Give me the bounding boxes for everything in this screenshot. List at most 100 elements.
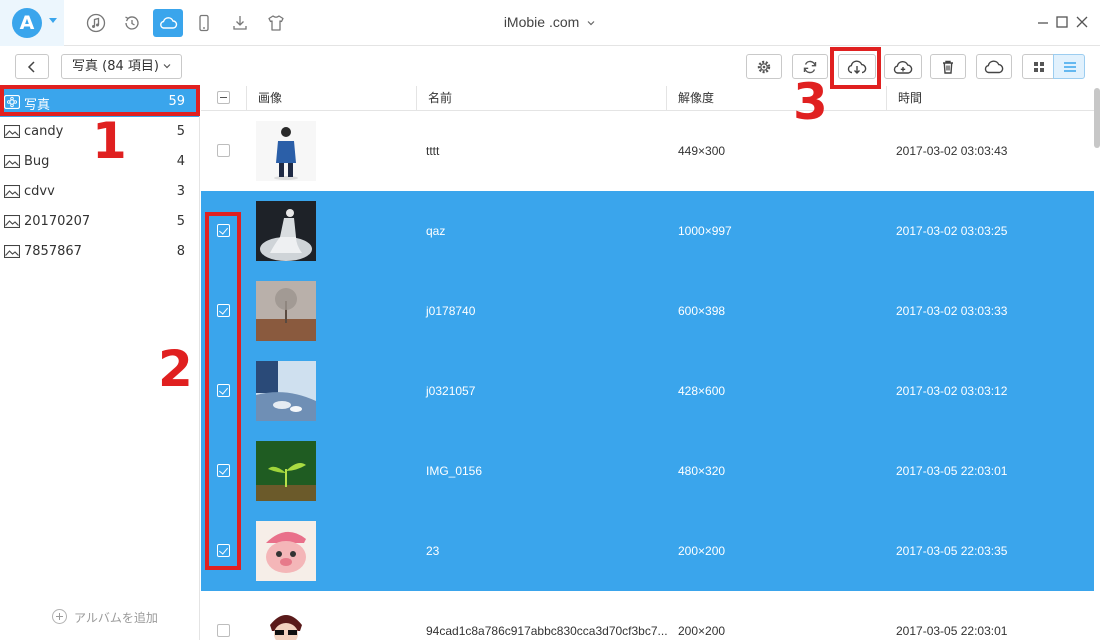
sidebar-item-label: candy: [24, 124, 64, 139]
table-row[interactable]: tttt 449×300 2017-03-02 03:03:43: [201, 111, 1094, 191]
settings-button[interactable]: [746, 54, 782, 79]
annotation-step-2: 2: [158, 340, 193, 398]
list-icon: [1064, 62, 1076, 72]
sidebar-item-count: 3: [176, 184, 185, 199]
annotation-box-2: [205, 212, 241, 570]
select-all-checkbox[interactable]: [217, 91, 230, 104]
maximize-button[interactable]: [1052, 12, 1072, 32]
row-resolution: 449×300: [678, 144, 726, 158]
row-time: 2017-03-02 03:03:12: [896, 384, 1008, 398]
image-icon: [4, 185, 20, 198]
column-header-resolution[interactable]: 解像度: [666, 86, 886, 111]
grid-view-button[interactable]: [1022, 54, 1054, 79]
image-icon: [4, 215, 20, 228]
sidebar-item-20170207[interactable]: 20170207 5: [0, 207, 199, 237]
row-time: 2017-03-02 03:03:25: [896, 224, 1008, 238]
sidebar-item-count: 4: [176, 154, 185, 169]
close-button[interactable]: [1072, 12, 1092, 32]
cloud-icon: [984, 59, 1004, 73]
row-name: tttt: [426, 144, 440, 158]
row-resolution: 200×200: [678, 624, 726, 638]
row-checkbox[interactable]: [217, 624, 230, 637]
image-icon: [4, 125, 20, 138]
photo-thumbnail: [256, 441, 316, 501]
row-name: 94cad1c8a786c917abbc830cca3d70cf3bc7...: [426, 624, 668, 638]
row-time: 2017-03-05 22:03:01: [896, 624, 1008, 638]
cloud-transfer-button[interactable]: [976, 54, 1012, 79]
album-dropdown[interactable]: 写真 (84 項目): [61, 54, 182, 79]
column-header-image[interactable]: 画像: [246, 86, 416, 111]
gear-icon: [757, 60, 771, 73]
table-row[interactable]: 94cad1c8a786c917abbc830cca3d70cf3bc7... …: [201, 591, 1094, 640]
add-album-label: アルバムを追加: [74, 611, 158, 625]
row-time: 2017-03-05 22:03:01: [896, 464, 1008, 478]
history-icon[interactable]: [117, 9, 147, 37]
table-header: 画像 名前 解像度 時間: [201, 86, 1100, 111]
window-title[interactable]: iMobie .com: [470, 14, 630, 30]
sidebar-item-count: 5: [176, 124, 185, 139]
upload-button[interactable]: [884, 54, 922, 79]
sidebar-item-label: cdvv: [24, 184, 55, 199]
download-icon[interactable]: [225, 9, 255, 37]
plus-circle-icon: [52, 609, 67, 624]
annotation-step-3: 3: [793, 73, 828, 131]
list-view-button[interactable]: [1053, 54, 1085, 79]
annotation-step-1: 1: [92, 112, 127, 170]
row-name: j0178740: [426, 304, 476, 318]
row-time: 2017-03-02 03:03:33: [896, 304, 1008, 318]
row-checkbox[interactable]: [217, 144, 230, 157]
table-row[interactable]: 23 200×200 2017-03-05 22:03:35: [201, 511, 1094, 591]
sidebar-item-label: 20170207: [24, 214, 91, 229]
table-row[interactable]: j0321057 428×600 2017-03-02 03:03:12: [201, 351, 1094, 431]
tshirt-icon[interactable]: [261, 9, 291, 37]
cloud-upload-icon: [893, 60, 913, 74]
row-name: IMG_0156: [426, 464, 483, 478]
title-bar: A iMobie .com: [0, 0, 1100, 46]
cloud-icon[interactable]: [153, 9, 183, 37]
row-resolution: 1000×997: [678, 224, 732, 238]
photo-thumbnail: [256, 201, 316, 261]
chevron-down-icon: [163, 64, 171, 69]
toolbar: 写真 (84 項目): [0, 46, 1100, 86]
phone-icon[interactable]: [189, 9, 219, 37]
minimize-button[interactable]: [1033, 12, 1053, 32]
row-name: 23: [426, 544, 440, 558]
image-icon: [4, 155, 20, 168]
row-name: j0321057: [426, 384, 476, 398]
photo-thumbnail: [256, 521, 316, 581]
photo-thumbnail: [256, 121, 316, 181]
table-row[interactable]: IMG_0156 480×320 2017-03-05 22:03:01: [201, 431, 1094, 511]
grid-icon: [1034, 62, 1044, 72]
sidebar-item-label: Bug: [24, 154, 50, 169]
sidebar-item-count: 8: [176, 244, 185, 259]
back-button[interactable]: [15, 54, 49, 79]
row-time: 2017-03-02 03:03:43: [896, 144, 1008, 158]
trash-icon: [943, 60, 953, 74]
row-time: 2017-03-05 22:03:35: [896, 544, 1008, 558]
app-logo-icon: A: [12, 8, 42, 38]
table-row[interactable]: j0178740 600×398 2017-03-02 03:03:33: [201, 271, 1094, 351]
photo-thumbnail: [256, 601, 316, 640]
header-select-cell: [201, 86, 246, 111]
column-header-name[interactable]: 名前: [416, 86, 666, 111]
sidebar-item-count: 5: [176, 214, 185, 229]
row-resolution: 428×600: [678, 384, 726, 398]
imobie-window: A iMobie .com 写真 (84 項目) 写真 59 candy 5 B…: [0, 0, 1100, 640]
photo-table: 画像 名前 解像度 時間 tttt 449×300 2017-03-02 03:…: [201, 86, 1100, 640]
sidebar-item-cdvv[interactable]: cdvv 3: [0, 177, 199, 207]
column-header-time[interactable]: 時間: [886, 86, 1100, 111]
table-scrollbar[interactable]: [1094, 88, 1100, 148]
image-icon: [4, 245, 20, 258]
row-resolution: 480×320: [678, 464, 726, 478]
row-name: qaz: [426, 224, 446, 238]
app-logo-button[interactable]: A: [0, 0, 64, 46]
sidebar-item-label: 7857867: [24, 244, 82, 259]
delete-button[interactable]: [930, 54, 966, 79]
photo-thumbnail: [256, 361, 316, 421]
chevron-down-icon: [49, 18, 57, 23]
music-icon[interactable]: [81, 9, 111, 37]
annotation-box-3: [830, 47, 881, 89]
row-resolution: 600×398: [678, 304, 726, 318]
table-row[interactable]: qaz 1000×997 2017-03-02 03:03:25: [201, 191, 1094, 271]
sidebar-item-7857867[interactable]: 7857867 8: [0, 237, 199, 267]
